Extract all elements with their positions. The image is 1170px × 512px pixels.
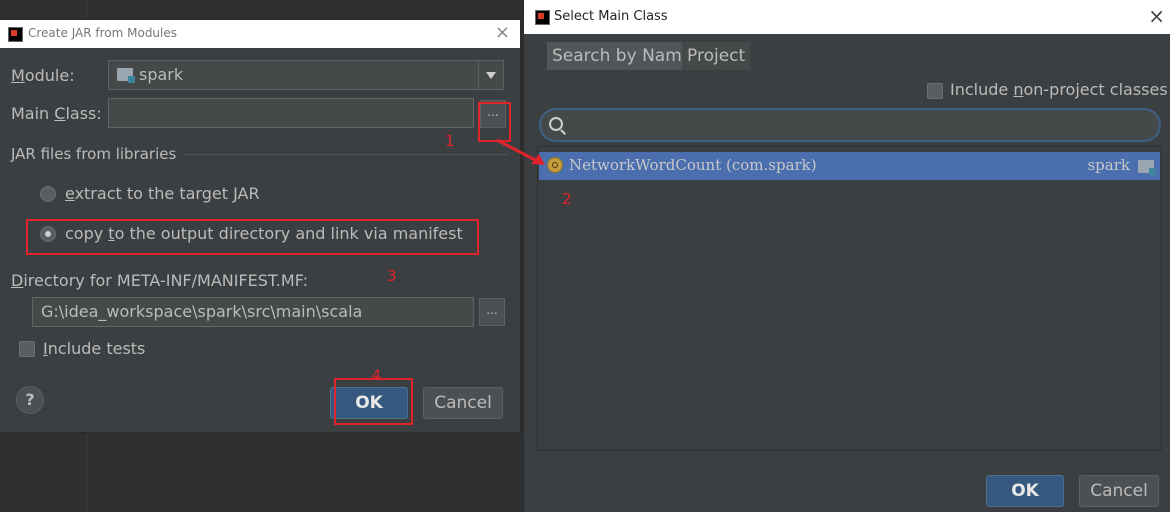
class-results-list: NetworkWordCount (com.spark) spark <box>537 146 1162 451</box>
section-divider <box>183 154 508 155</box>
class-name: NetworkWordCount (com.spark) <box>569 156 817 174</box>
close-icon[interactable]: × <box>495 23 510 43</box>
include-nonproject-label[interactable]: Include non-project classes <box>950 80 1168 99</box>
search-icon <box>549 117 563 131</box>
cancel-button[interactable]: Cancel <box>1079 475 1159 507</box>
annotation-step-1: 1 <box>445 132 455 150</box>
dialog-title: Select Main Class <box>554 9 668 24</box>
class-module: spark <box>1087 156 1130 174</box>
module-value: spark <box>139 65 184 84</box>
module-folder-icon <box>1138 160 1156 175</box>
module-combobox[interactable]: spark <box>108 60 504 90</box>
radio-extract[interactable] <box>40 186 56 202</box>
cancel-button[interactable]: Cancel <box>423 387 503 419</box>
help-button[interactable]: ? <box>16 386 44 414</box>
annotation-box-copy-option <box>26 219 479 255</box>
tab-project[interactable]: Project <box>682 42 751 70</box>
intellij-app-icon <box>535 10 550 25</box>
dialog-titlebar: Create JAR from Modules × <box>0 20 520 48</box>
chevron-down-icon[interactable] <box>478 61 503 89</box>
main-class-label: Main Class: <box>11 104 102 123</box>
annotation-arrow <box>496 138 545 165</box>
main-class-field[interactable] <box>108 98 474 128</box>
select-main-class-dialog: Select Main Class × Search by Name Proje… <box>523 0 1170 512</box>
class-search-input[interactable] <box>539 108 1161 142</box>
annotation-step-4: 4 <box>372 368 381 384</box>
annotation-step-3: 3 <box>387 267 397 285</box>
manifest-dir-label: Directory for META-INF/MANIFEST.MF: <box>11 271 309 290</box>
manifest-dir-field[interactable]: G:\idea_workspace\spark\src\main\scala <box>32 297 474 327</box>
annotation-box-browse <box>478 102 511 142</box>
include-tests-label[interactable]: Include tests <box>43 339 145 358</box>
radio-extract-label[interactable]: extract to the target JAR <box>65 184 260 203</box>
include-tests-checkbox[interactable] <box>19 341 35 357</box>
annotation-step-2: 2 <box>562 190 572 208</box>
ok-button[interactable]: OK <box>986 475 1064 507</box>
dialog-title: Create JAR from Modules <box>28 26 178 40</box>
annotation-box-ok <box>334 378 413 425</box>
module-folder-icon <box>117 68 135 83</box>
manifest-browse-button[interactable]: ... <box>479 298 505 326</box>
module-label: Module: <box>11 66 75 85</box>
intellij-app-icon <box>8 27 23 42</box>
close-icon[interactable]: × <box>1148 6 1165 26</box>
jar-section-label: JAR files from libraries <box>11 145 177 163</box>
dialog-titlebar: Select Main Class × <box>524 0 1170 34</box>
tab-search-by-name[interactable]: Search by Name <box>547 42 698 70</box>
list-item[interactable]: NetworkWordCount (com.spark) spark <box>539 152 1160 180</box>
include-nonproject-checkbox[interactable] <box>927 83 943 99</box>
